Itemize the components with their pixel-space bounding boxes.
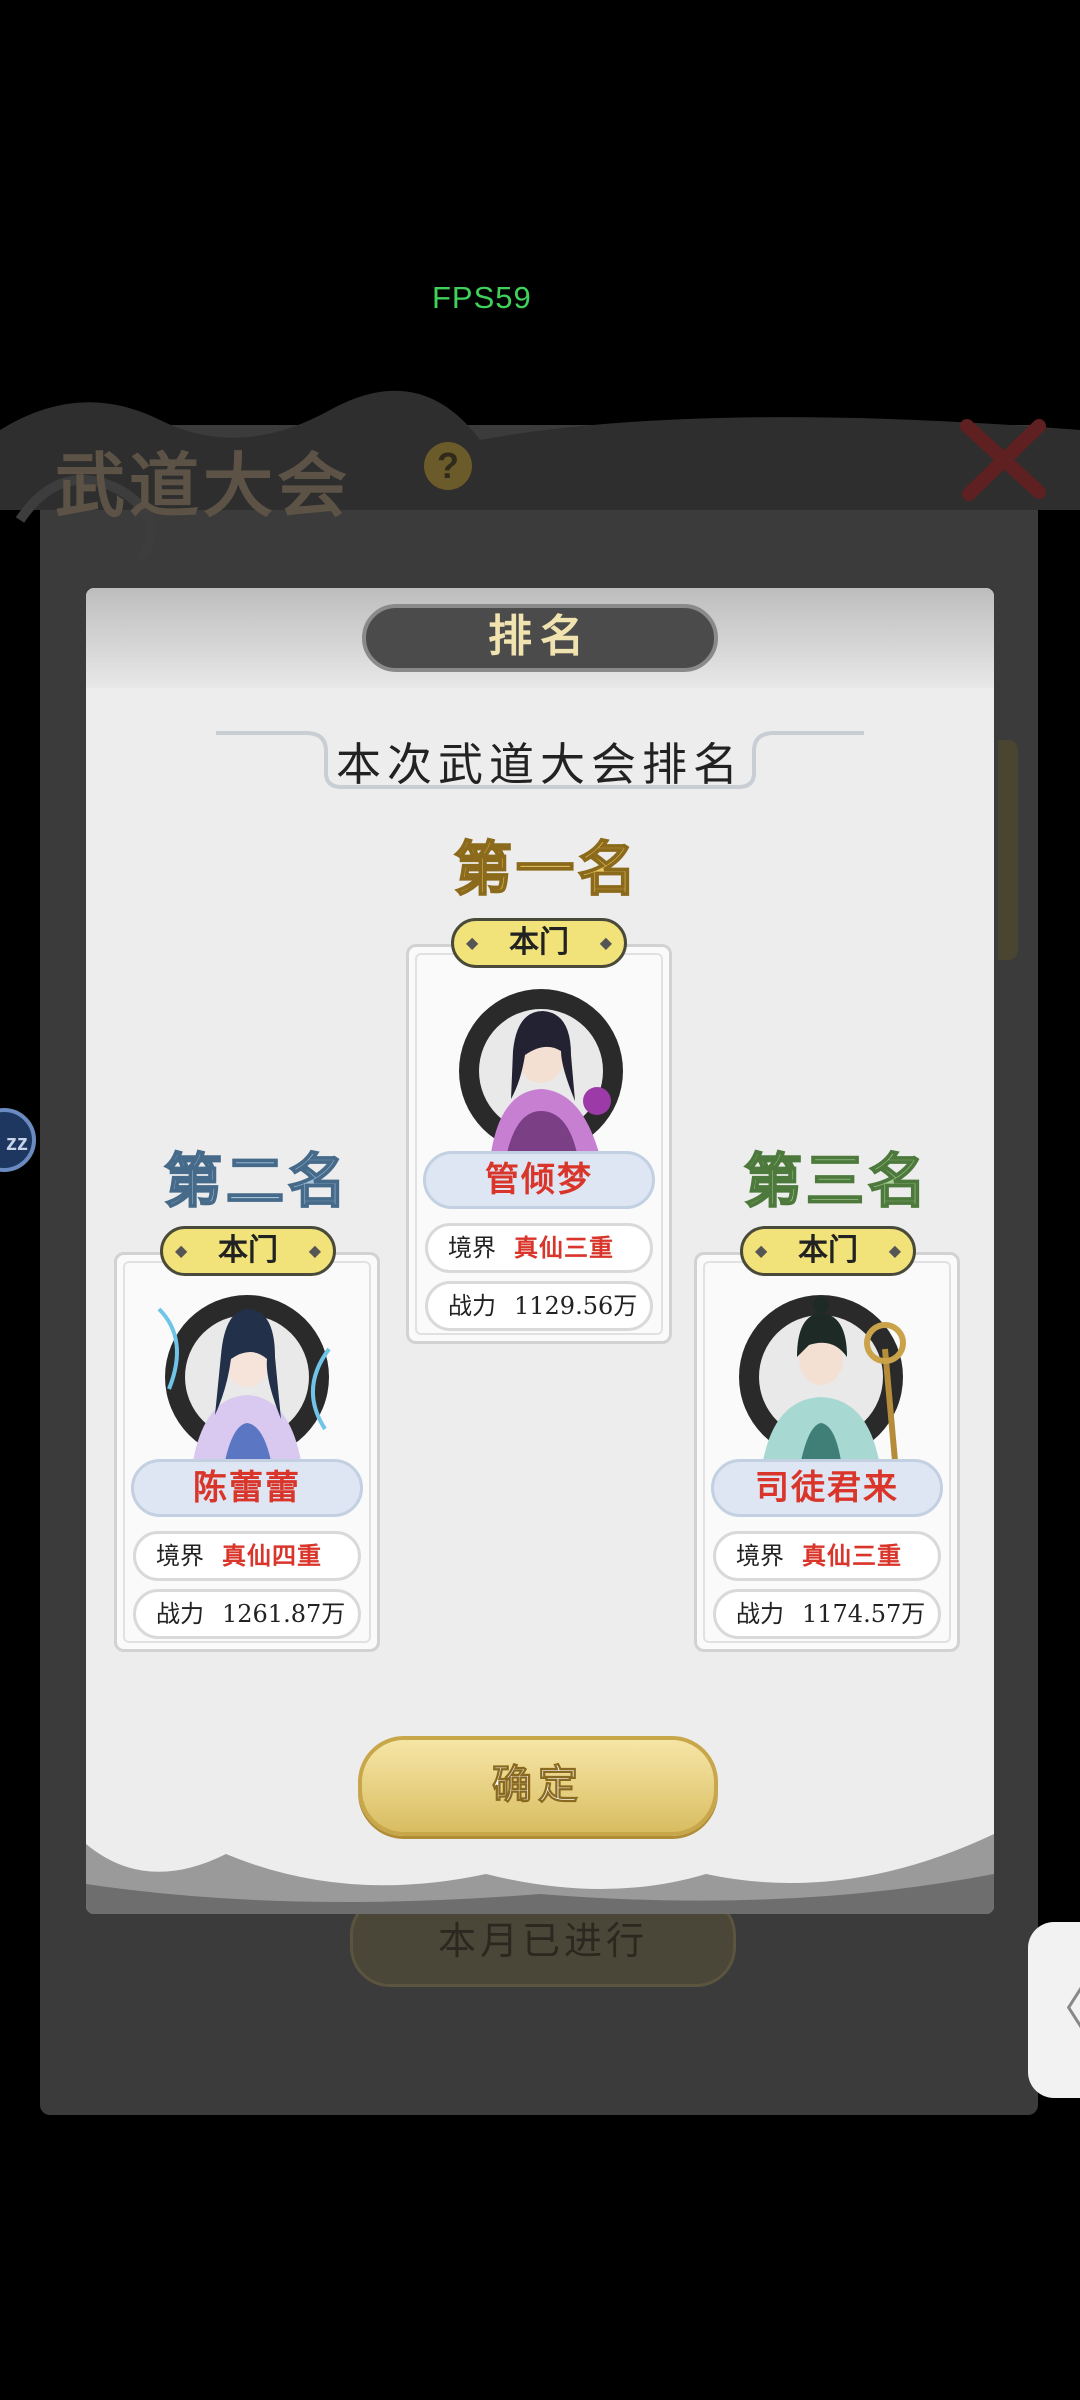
ranking-dialog: 排名 本次武道大会排名 第一名 管倾梦 境界真仙三重 战力1129.56万 本门…: [86, 588, 994, 1914]
close-icon[interactable]: [955, 412, 1051, 508]
rank-1-sect-badge: 本门: [451, 918, 627, 968]
rank-1-label: 第一名: [453, 834, 641, 904]
rank-2-portrait: [157, 1295, 331, 1461]
rank-2-realm: 真仙四重: [222, 1541, 322, 1570]
dialog-header: 排名: [362, 604, 718, 672]
rank-2-name: 陈蕾蕾: [131, 1459, 363, 1517]
rank-1-realm-row: 境界 真仙三重: [425, 1223, 653, 1273]
rank-2-sect-badge: 本门: [160, 1226, 336, 1276]
rank-3-sect-badge: 本门: [740, 1226, 916, 1276]
power-label: 战力: [736, 1600, 784, 1628]
rank-1-card[interactable]: 管倾梦 境界 真仙三重 战力 1129.56万: [406, 944, 672, 1344]
rank-3-portrait: [739, 1295, 906, 1461]
rank-3-realm: 真仙三重: [802, 1541, 902, 1570]
rank-1-name: 管倾梦: [423, 1151, 655, 1209]
rank-3-realm-row: 境界 真仙三重: [713, 1531, 941, 1581]
realm-label: 境界: [156, 1542, 204, 1570]
rank-2-realm-row: 境界 真仙四重: [133, 1531, 361, 1581]
fps-counter: FPS59: [432, 280, 532, 315]
dialog-subtitle: 本次武道大会排名: [335, 738, 744, 791]
rank-2-card[interactable]: 陈蕾蕾 境界 真仙四重 战力 1261.87万: [114, 1252, 380, 1652]
rank-2-label: 第二名: [163, 1146, 351, 1216]
rank-3-card[interactable]: 司徒君来 境界 真仙三重 战力 1174.57万: [694, 1252, 960, 1652]
side-drawer-tab[interactable]: 〈: [1028, 1922, 1080, 2098]
background-edge-decoration: [998, 740, 1018, 960]
floating-bubble[interactable]: zz: [0, 1108, 36, 1172]
confirm-button[interactable]: 确定: [358, 1736, 718, 1836]
background-title: 武道大会: [55, 444, 351, 527]
rank-2-power-row: 战力 1261.87万: [133, 1589, 361, 1639]
realm-label: 境界: [736, 1542, 784, 1570]
rank-3-label: 第三名: [743, 1146, 931, 1216]
help-icon[interactable]: ?: [424, 442, 472, 490]
rank-2-power: 1261.87万: [222, 1600, 346, 1628]
rank-3-power: 1174.57万: [802, 1600, 926, 1628]
rank-1-power: 1129.56万: [514, 1292, 638, 1320]
realm-label: 境界: [448, 1234, 496, 1262]
rank-3-name: 司徒君来: [711, 1459, 943, 1517]
rank-1-realm: 真仙三重: [514, 1233, 614, 1262]
power-label: 战力: [448, 1292, 496, 1320]
rank-3-power-row: 战力 1174.57万: [713, 1589, 941, 1639]
rank-1-portrait: [459, 989, 623, 1153]
power-label: 战力: [156, 1600, 204, 1628]
rank-1-power-row: 战力 1129.56万: [425, 1281, 653, 1331]
